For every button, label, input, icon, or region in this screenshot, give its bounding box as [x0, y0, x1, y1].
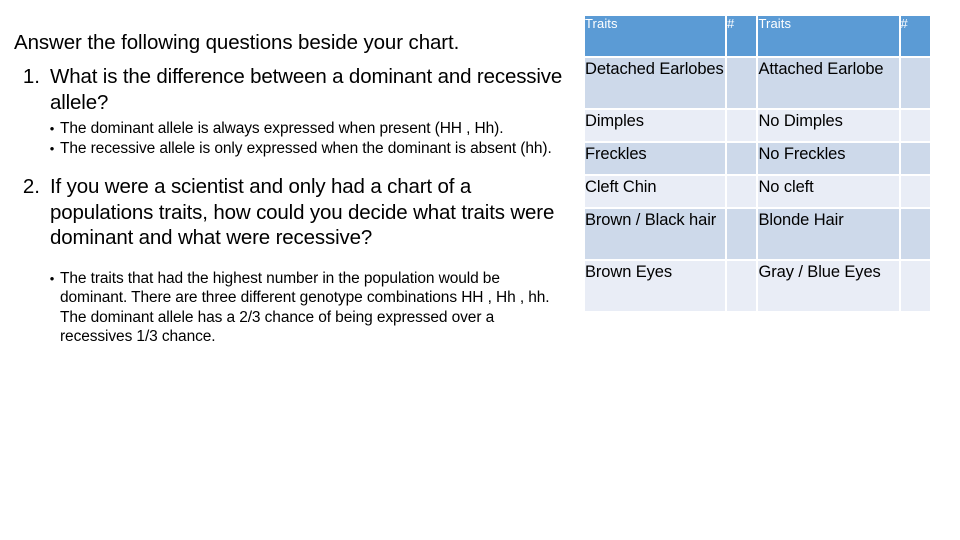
- cell-recessive-trait: Gray / Blue Eyes: [758, 261, 899, 311]
- bullet-icon: •: [49, 140, 55, 156]
- cell-recessive-count[interactable]: [900, 261, 930, 311]
- cell-dominant-trait: Brown / Black hair: [585, 209, 726, 259]
- table-row: Freckles No Freckles: [585, 143, 930, 174]
- answer-bullet-1-2-text: The recessive allele is only expressed w…: [60, 139, 552, 157]
- cell-recessive-count[interactable]: [900, 209, 930, 259]
- answer-bullet-2-1-text: The traits that had the highest number i…: [60, 269, 550, 346]
- question-item-1: 1. What is the difference between a domi…: [0, 64, 585, 158]
- cell-dominant-count[interactable]: [727, 58, 757, 108]
- question-1-number: 1.: [22, 65, 40, 88]
- answer-bullet-1-1: • The dominant allele is always expresse…: [0, 119, 585, 139]
- question-2-answer-list: • The traits that had the highest number…: [0, 269, 585, 347]
- cell-dominant-count[interactable]: [727, 209, 757, 259]
- table-header: Traits # Traits #: [585, 16, 930, 56]
- question-item-2: 2. If you were a scientist and only had …: [0, 174, 585, 347]
- answer-bullet-1-1-text: The dominant allele is always expressed …: [60, 120, 504, 137]
- cell-dominant-trait: Dimples: [585, 110, 726, 141]
- intro-instruction: Answer the following questions beside yo…: [14, 31, 460, 54]
- question-2-row: 2. If you were a scientist and only had …: [0, 174, 585, 251]
- cell-recessive-count[interactable]: [900, 143, 930, 174]
- table-header-row: Traits # Traits #: [585, 16, 930, 56]
- cell-dominant-trait: Detached Earlobes: [585, 58, 726, 108]
- question-1-text: What is the difference between a dominan…: [50, 65, 563, 114]
- answer-bullet-1-2: • The recessive allele is only expressed…: [0, 139, 585, 159]
- cell-dominant-count[interactable]: [727, 110, 757, 141]
- cell-dominant-trait: Freckles: [585, 143, 726, 174]
- column-header-recessive-count: #: [900, 16, 930, 56]
- cell-recessive-trait: No cleft: [758, 176, 899, 207]
- cell-dominant-count[interactable]: [727, 261, 757, 311]
- table-row: Brown Eyes Gray / Blue Eyes: [585, 261, 930, 311]
- question-2-number: 2.: [22, 175, 40, 198]
- cell-recessive-trait: No Dimples: [758, 110, 899, 141]
- cell-recessive-trait: Blonde Hair: [758, 209, 899, 259]
- question-1-answer-list: • The dominant allele is always expresse…: [0, 119, 585, 158]
- cell-recessive-trait: No Freckles: [758, 143, 899, 174]
- questions-list: 1. What is the difference between a domi…: [0, 64, 585, 347]
- column-header-dominant-count: #: [727, 16, 757, 56]
- bullet-icon: •: [49, 121, 55, 136]
- question-spacer: [0, 158, 585, 174]
- cell-dominant-count[interactable]: [727, 176, 757, 207]
- cell-dominant-count[interactable]: [727, 143, 757, 174]
- traits-table: Traits # Traits # Detached Earlobes Atta…: [583, 14, 932, 313]
- table-row: Cleft Chin No cleft: [585, 176, 930, 207]
- cell-recessive-trait: Attached Earlobe: [758, 58, 899, 108]
- cell-recessive-count[interactable]: [900, 176, 930, 207]
- question-2-text: If you were a scientist and only had a c…: [50, 175, 555, 249]
- bullet-icon: •: [49, 270, 55, 286]
- slide-content-area: Answer the following questions beside yo…: [0, 0, 585, 540]
- table-row: Detached Earlobes Attached Earlobe: [585, 58, 930, 108]
- table-row: Dimples No Dimples: [585, 110, 930, 141]
- table-body: Detached Earlobes Attached Earlobe Dimpl…: [585, 58, 930, 311]
- question-1-row: 1. What is the difference between a domi…: [0, 64, 585, 115]
- answer-spacer: [0, 251, 585, 265]
- cell-recessive-count[interactable]: [900, 110, 930, 141]
- cell-dominant-trait: Cleft Chin: [585, 176, 726, 207]
- column-header-dominant-traits: Traits: [585, 16, 726, 56]
- answer-bullet-2-1: • The traits that had the highest number…: [0, 269, 585, 347]
- cell-recessive-count[interactable]: [900, 58, 930, 108]
- column-header-recessive-traits: Traits: [758, 16, 899, 56]
- table-row: Brown / Black hair Blonde Hair: [585, 209, 930, 259]
- cell-dominant-trait: Brown Eyes: [585, 261, 726, 311]
